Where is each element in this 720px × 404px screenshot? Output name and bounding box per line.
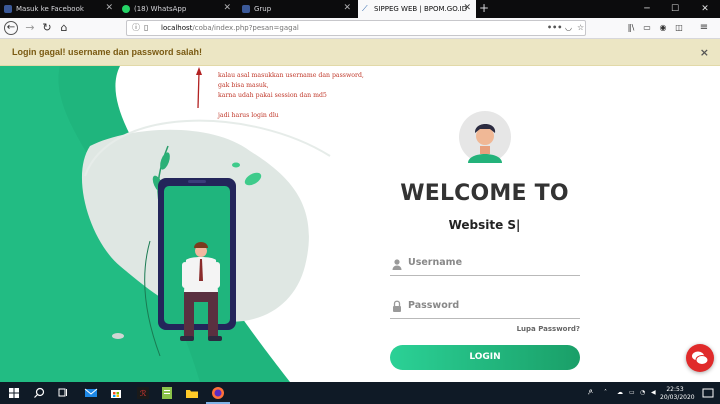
notepad-icon[interactable] — [159, 385, 175, 401]
clock-date[interactable]: 20/03/2020 — [660, 394, 695, 401]
facebook-icon — [4, 5, 12, 13]
people-icon[interactable]: ዶ — [588, 389, 593, 396]
alert-message: Login gagal! username dan password salah… — [12, 47, 203, 57]
maximize-icon[interactable]: ☐ — [664, 0, 686, 18]
extension-icon[interactable]: ◫ — [672, 20, 686, 36]
password-placeholder: Password — [408, 300, 460, 311]
address-bar[interactable]: ⓘ ▯ localhost/coba/index.php?pesan=gagal… — [126, 20, 586, 36]
annotation-line: jadi harus login dlu — [218, 112, 279, 119]
alert-close-icon[interactable]: × — [700, 39, 709, 66]
sidebar-icon[interactable]: ▭ — [640, 20, 654, 36]
annotation-line: gak bisa masuk, — [218, 82, 269, 89]
page-icon: ▯ — [144, 23, 149, 32]
task-view-icon[interactable] — [55, 385, 71, 401]
tab-facebook-login[interactable]: Masuk ke Facebook ✕ — [0, 0, 118, 18]
tab-whatsapp[interactable]: (18) WhatsApp ✕ — [118, 0, 236, 18]
minimize-icon[interactable]: ─ — [636, 0, 658, 18]
account-icon[interactable]: ◉ — [656, 20, 670, 36]
svg-text:ℛ: ℛ — [140, 389, 147, 398]
facebook-icon — [242, 5, 250, 13]
tab-title: (18) WhatsApp — [134, 5, 187, 13]
home-icon[interactable]: ⌂ — [56, 20, 72, 36]
back-arrow-icon[interactable]: ← — [4, 21, 18, 35]
app-icon[interactable]: ℛ — [135, 385, 151, 401]
url-text[interactable]: localhost/coba/index.php?pesan=gagal — [161, 21, 299, 35]
welcome-heading: WELCOME TO — [400, 181, 569, 206]
network-icon[interactable]: ◔ — [640, 389, 645, 396]
battery-icon[interactable]: ▭ — [629, 389, 635, 396]
tab-title: Masuk ke Facebook — [16, 5, 84, 13]
mail-icon[interactable] — [83, 385, 99, 401]
windows-start-icon[interactable] — [6, 385, 22, 401]
tab-title: SIPPEG WEB | BPOM.GO.ID — [374, 5, 468, 13]
username-placeholder: Username — [408, 257, 463, 268]
login-failed-alert: Login gagal! username dan password salah… — [0, 39, 720, 66]
cloud-icon[interactable]: ☁ — [617, 389, 623, 396]
page-content: kalau asal masukkan username dan passwor… — [0, 66, 720, 382]
browser-tab-bar: Masuk ke Facebook ✕ (18) WhatsApp ✕ Grup… — [0, 0, 720, 18]
chat-bubble-icon — [692, 351, 709, 365]
close-tab-icon[interactable]: ✕ — [223, 3, 231, 13]
pocket-icon[interactable]: ◡ — [565, 21, 572, 35]
reload-icon[interactable]: ↻ — [39, 20, 55, 36]
close-tab-icon[interactable]: ✕ — [343, 3, 351, 13]
file-explorer-icon[interactable] — [184, 385, 200, 401]
tab-title: Grup — [254, 5, 272, 13]
library-icon[interactable]: ‖\ — [624, 20, 638, 36]
forgot-password-link[interactable]: Lupa Password? — [470, 325, 580, 333]
whatsapp-icon — [122, 5, 130, 13]
volume-icon[interactable]: ◀ — [651, 389, 656, 396]
new-tab-button[interactable]: + — [477, 0, 491, 18]
info-icon[interactable]: ⓘ — [132, 21, 140, 35]
close-tab-icon[interactable]: ✕ — [105, 3, 113, 13]
bookmark-star-icon[interactable]: ☆ — [577, 21, 584, 35]
chat-widget-button[interactable] — [686, 344, 714, 372]
notification-center-icon[interactable] — [700, 385, 716, 401]
close-tab-icon[interactable]: ✕ — [463, 3, 471, 13]
annotation-line: karna udah pakai session dan md5 — [218, 92, 327, 99]
search-icon[interactable] — [31, 385, 47, 401]
tab-grup[interactable]: Grup ✕ — [238, 0, 356, 18]
tray-chevron-icon[interactable]: ˄ — [604, 389, 607, 396]
password-field[interactable]: Password — [390, 297, 580, 319]
forward-arrow-icon[interactable]: → — [22, 20, 38, 36]
username-field[interactable]: Username — [390, 254, 580, 276]
tab-sippeg-active[interactable]: ⟋ SIPPEG WEB | BPOM.GO.ID ✕ — [358, 0, 476, 18]
page-actions-icon[interactable]: ••• — [547, 21, 562, 35]
annotation-line: kalau asal masukkan username dan passwor… — [218, 72, 364, 79]
menu-hamburger-icon[interactable]: ≡ — [697, 20, 711, 36]
windows-taskbar: ℛ ዶ ˄ ☁ ▭ ◔ ◀ 22:53 20/03/2020 — [0, 382, 720, 404]
bpom-icon: ⟋ — [362, 4, 368, 13]
window-close-icon[interactable]: ✕ — [694, 0, 716, 18]
website-title: Website S| — [448, 218, 521, 232]
login-button[interactable]: LOGIN — [390, 345, 580, 370]
store-icon[interactable] — [108, 385, 124, 401]
browser-navigation-bar: ← → ↻ ⌂ ⓘ ▯ localhost/coba/index.php?pes… — [0, 18, 720, 39]
background-illustration — [0, 66, 511, 382]
firefox-icon[interactable] — [210, 385, 226, 401]
annotation-arrow — [197, 71, 200, 109]
clock-time[interactable]: 22:53 — [660, 386, 690, 393]
